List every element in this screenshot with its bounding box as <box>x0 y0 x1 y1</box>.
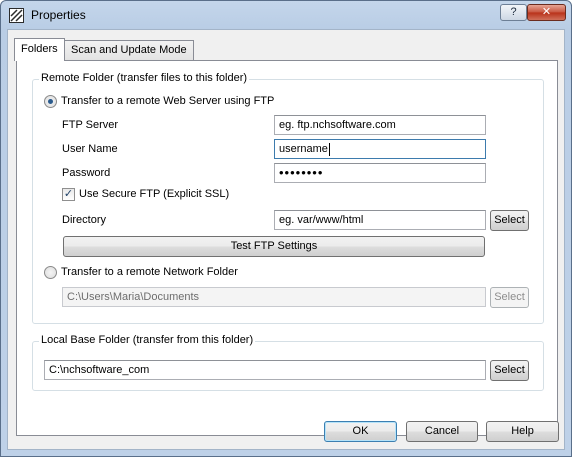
user-name-value: username <box>279 143 328 155</box>
cancel-button[interactable]: Cancel <box>406 421 478 442</box>
window-title: Properties <box>31 8 86 22</box>
network-folder-radio[interactable] <box>44 266 57 279</box>
directory-select-button[interactable]: Select <box>490 210 529 231</box>
close-icon: ✕ <box>541 6 552 18</box>
tab-folders[interactable]: Folders <box>14 38 65 61</box>
ftp-server-input[interactable]: eg. ftp.nchsoftware.com <box>274 115 486 135</box>
directory-label: Directory <box>62 214 107 226</box>
ok-button[interactable]: OK <box>324 421 397 442</box>
ftp-radio-label[interactable]: Transfer to a remote Web Server using FT… <box>61 95 274 107</box>
title-bar[interactable]: Properties ? ✕ <box>1 1 571 29</box>
password-label: Password <box>62 167 111 179</box>
network-folder-input[interactable]: C:\Users\Maria\Documents <box>62 287 486 307</box>
local-folder-select-button[interactable]: Select <box>490 360 529 381</box>
ftp-server-label: FTP Server <box>62 119 119 131</box>
properties-window: Properties ? ✕ Folders Scan and Update M… <box>0 0 572 457</box>
ftp-radio[interactable] <box>44 95 57 108</box>
dialog-client: Folders Scan and Update Mode Remote Fold… <box>7 29 565 450</box>
secure-ftp-label[interactable]: Use Secure FTP (Explicit SSL) <box>79 188 229 200</box>
local-base-folder-input[interactable]: C:\nchsoftware_com <box>44 360 486 380</box>
user-name-label: User Name <box>62 143 118 155</box>
local-base-folder-group-title: Local Base Folder (transfer from this fo… <box>39 334 256 346</box>
text-caret <box>328 142 330 156</box>
network-folder-radio-label[interactable]: Transfer to a remote Network Folder <box>61 266 238 278</box>
test-ftp-settings-button[interactable]: Test FTP Settings <box>63 236 485 257</box>
help-title-button[interactable]: ? <box>500 4 527 21</box>
secure-ftp-checkbox[interactable]: ✓ <box>62 188 75 201</box>
directory-input[interactable]: eg. var/www/html <box>274 210 486 230</box>
app-icon <box>9 8 24 23</box>
remote-folder-group-title: Remote Folder (transfer files to this fo… <box>39 72 250 84</box>
folders-panel: Remote Folder (transfer files to this fo… <box>16 60 558 436</box>
network-folder-select-button[interactable]: Select <box>490 287 529 308</box>
help-button[interactable]: Help <box>486 421 559 442</box>
tab-scan-and-update-mode[interactable]: Scan and Update Mode <box>64 40 194 60</box>
close-button[interactable]: ✕ <box>527 4 566 21</box>
password-input[interactable]: •••••••• <box>274 163 486 183</box>
user-name-input[interactable]: username <box>274 139 486 159</box>
